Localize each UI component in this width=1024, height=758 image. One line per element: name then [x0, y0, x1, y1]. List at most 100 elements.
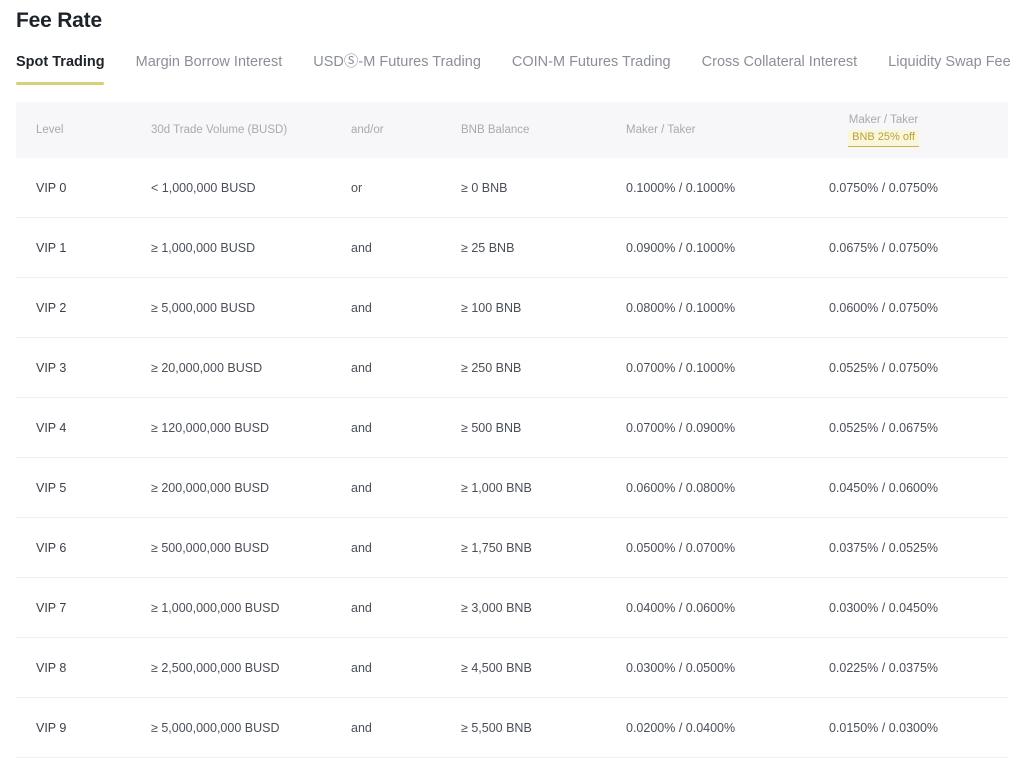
column-header-bnb-balance[interactable]: BNB Balance	[441, 102, 606, 158]
cell-volume-text: ≥ 1,000,000 BUSD	[131, 241, 331, 255]
cell-maker-taker: 0.0900% / 0.1000%	[606, 218, 821, 278]
cell-maker-taker-bnb: 0.0600% / 0.0750%	[821, 278, 1008, 338]
tab-usd-m-futures-trading[interactable]: USDⓈ-M Futures Trading	[313, 52, 481, 85]
table-row: VIP 0< 1,000,000 BUSDor≥ 0 BNB0.1000% / …	[16, 158, 1008, 218]
cell-andor-text: or	[331, 181, 441, 195]
cell-maker-taker-text: 0.0700% / 0.1000%	[606, 361, 821, 375]
cell-level-text: VIP 7	[16, 601, 131, 615]
table-row: VIP 5≥ 200,000,000 BUSDand≥ 1,000 BNB0.0…	[16, 458, 1008, 518]
column-header-maker-taker-bnb[interactable]: Maker / Taker BNB 25% off	[821, 102, 1008, 158]
cell-maker-taker: 0.1000% / 0.1000%	[606, 158, 821, 218]
cell-volume-text: ≥ 200,000,000 BUSD	[131, 481, 331, 495]
cell-level: VIP 8	[16, 638, 131, 698]
cell-level: VIP 0	[16, 158, 131, 218]
cell-volume: ≥ 20,000,000 BUSD	[131, 338, 331, 398]
cell-bnb-balance-text: ≥ 100 BNB	[441, 301, 606, 315]
cell-bnb-balance: ≥ 250 BNB	[441, 338, 606, 398]
cell-level: VIP 1	[16, 218, 131, 278]
cell-maker-taker: 0.0200% / 0.0400%	[606, 698, 821, 758]
cell-volume-text: ≥ 120,000,000 BUSD	[131, 421, 331, 435]
table-header: Level 30d Trade Volume (BUSD) and/or BNB…	[16, 102, 1008, 158]
column-header-volume[interactable]: 30d Trade Volume (BUSD)	[131, 102, 331, 158]
cell-maker-taker-bnb-text: 0.0300% / 0.0450%	[821, 601, 1008, 615]
cell-bnb-balance-text: ≥ 3,000 BNB	[441, 601, 606, 615]
cell-bnb-balance: ≥ 1,750 BNB	[441, 518, 606, 578]
table-row: VIP 4≥ 120,000,000 BUSDand≥ 500 BNB0.070…	[16, 398, 1008, 458]
column-header-bnb-balance-label: BNB Balance	[441, 124, 606, 136]
cell-maker-taker: 0.0700% / 0.0900%	[606, 398, 821, 458]
cell-andor-text: and	[331, 241, 441, 255]
cell-volume-text: ≥ 2,500,000,000 BUSD	[131, 661, 331, 675]
cell-maker-taker-bnb: 0.0150% / 0.0300%	[821, 698, 1008, 758]
cell-maker-taker: 0.0500% / 0.0700%	[606, 518, 821, 578]
cell-maker-taker-bnb: 0.0750% / 0.0750%	[821, 158, 1008, 218]
cell-maker-taker-bnb: 0.0300% / 0.0450%	[821, 578, 1008, 638]
column-header-level[interactable]: Level	[16, 102, 131, 158]
cell-maker-taker-bnb-text: 0.0150% / 0.0300%	[821, 721, 1008, 735]
cell-bnb-balance-text: ≥ 1,000 BNB	[441, 481, 606, 495]
cell-level: VIP 9	[16, 698, 131, 758]
cell-maker-taker: 0.0300% / 0.0500%	[606, 638, 821, 698]
tab-cross-collateral-interest[interactable]: Cross Collateral Interest	[702, 52, 858, 85]
table-body: VIP 0< 1,000,000 BUSDor≥ 0 BNB0.1000% / …	[16, 158, 1008, 758]
tab-bar: Spot TradingMargin Borrow InterestUSDⓈ-M…	[0, 35, 1024, 77]
cell-andor: and	[331, 338, 441, 398]
table-header-row: Level 30d Trade Volume (BUSD) and/or BNB…	[16, 102, 1008, 158]
cell-maker-taker-bnb-text: 0.0600% / 0.0750%	[821, 301, 1008, 315]
cell-maker-taker-text: 0.0500% / 0.0700%	[606, 541, 821, 555]
tab-liquidity-swap-fee[interactable]: Liquidity Swap Fee	[888, 52, 1011, 85]
column-header-andor[interactable]: and/or	[331, 102, 441, 158]
page-title: Fee Rate	[0, 0, 1024, 35]
cell-bnb-balance-text: ≥ 4,500 BNB	[441, 661, 606, 675]
cell-level-text: VIP 3	[16, 361, 131, 375]
cell-level-text: VIP 2	[16, 301, 131, 315]
cell-volume: ≥ 200,000,000 BUSD	[131, 458, 331, 518]
cell-maker-taker: 0.0400% / 0.0600%	[606, 578, 821, 638]
cell-andor-text: and	[331, 541, 441, 555]
column-header-level-label: Level	[16, 124, 131, 136]
cell-maker-taker-bnb: 0.0525% / 0.0750%	[821, 338, 1008, 398]
cell-maker-taker: 0.0800% / 0.1000%	[606, 278, 821, 338]
cell-maker-taker-text: 0.0800% / 0.1000%	[606, 301, 821, 315]
cell-maker-taker-bnb: 0.0225% / 0.0375%	[821, 638, 1008, 698]
cell-bnb-balance: ≥ 0 BNB	[441, 158, 606, 218]
cell-maker-taker-bnb-text: 0.0525% / 0.0675%	[821, 421, 1008, 435]
cell-level-text: VIP 4	[16, 421, 131, 435]
cell-volume: ≥ 1,000,000 BUSD	[131, 218, 331, 278]
column-header-maker-taker[interactable]: Maker / Taker	[606, 102, 821, 158]
cell-level: VIP 4	[16, 398, 131, 458]
cell-level: VIP 5	[16, 458, 131, 518]
cell-maker-taker-text: 0.0600% / 0.0800%	[606, 481, 821, 495]
cell-maker-taker-bnb-text: 0.0225% / 0.0375%	[821, 661, 1008, 675]
tab-spot-trading[interactable]: Spot Trading	[16, 52, 105, 85]
cell-volume-text: ≥ 500,000,000 BUSD	[131, 541, 331, 555]
cell-level-text: VIP 0	[16, 181, 131, 195]
cell-andor: and	[331, 578, 441, 638]
cell-volume: ≥ 5,000,000,000 BUSD	[131, 698, 331, 758]
cell-maker-taker-text: 0.0900% / 0.1000%	[606, 241, 821, 255]
cell-bnb-balance: ≥ 4,500 BNB	[441, 638, 606, 698]
bnb-discount-badge[interactable]: BNB 25% off	[848, 130, 919, 147]
cell-level: VIP 3	[16, 338, 131, 398]
column-header-volume-label: 30d Trade Volume (BUSD)	[131, 124, 331, 136]
cell-volume: ≥ 1,000,000,000 BUSD	[131, 578, 331, 638]
cell-bnb-balance: ≥ 3,000 BNB	[441, 578, 606, 638]
cell-andor-text: and	[331, 481, 441, 495]
column-header-maker-taker-label: Maker / Taker	[606, 124, 821, 136]
cell-maker-taker-text: 0.0300% / 0.0500%	[606, 661, 821, 675]
cell-maker-taker-bnb: 0.0450% / 0.0600%	[821, 458, 1008, 518]
cell-volume-text: ≥ 5,000,000,000 BUSD	[131, 721, 331, 735]
cell-level-text: VIP 8	[16, 661, 131, 675]
cell-level-text: VIP 9	[16, 721, 131, 735]
table-row: VIP 6≥ 500,000,000 BUSDand≥ 1,750 BNB0.0…	[16, 518, 1008, 578]
column-header-maker-taker-bnb-label: Maker / Taker	[849, 114, 918, 126]
tab-margin-borrow-interest[interactable]: Margin Borrow Interest	[136, 52, 283, 85]
fee-rate-page: Fee Rate Spot TradingMargin Borrow Inter…	[0, 0, 1024, 752]
cell-bnb-balance: ≥ 5,500 BNB	[441, 698, 606, 758]
table-row: VIP 7≥ 1,000,000,000 BUSDand≥ 3,000 BNB0…	[16, 578, 1008, 638]
cell-maker-taker-text: 0.0200% / 0.0400%	[606, 721, 821, 735]
cell-bnb-balance-text: ≥ 5,500 BNB	[441, 721, 606, 735]
cell-volume-text: < 1,000,000 BUSD	[131, 181, 331, 195]
cell-level-text: VIP 1	[16, 241, 131, 255]
tab-coin-m-futures-trading[interactable]: COIN-M Futures Trading	[512, 52, 671, 85]
